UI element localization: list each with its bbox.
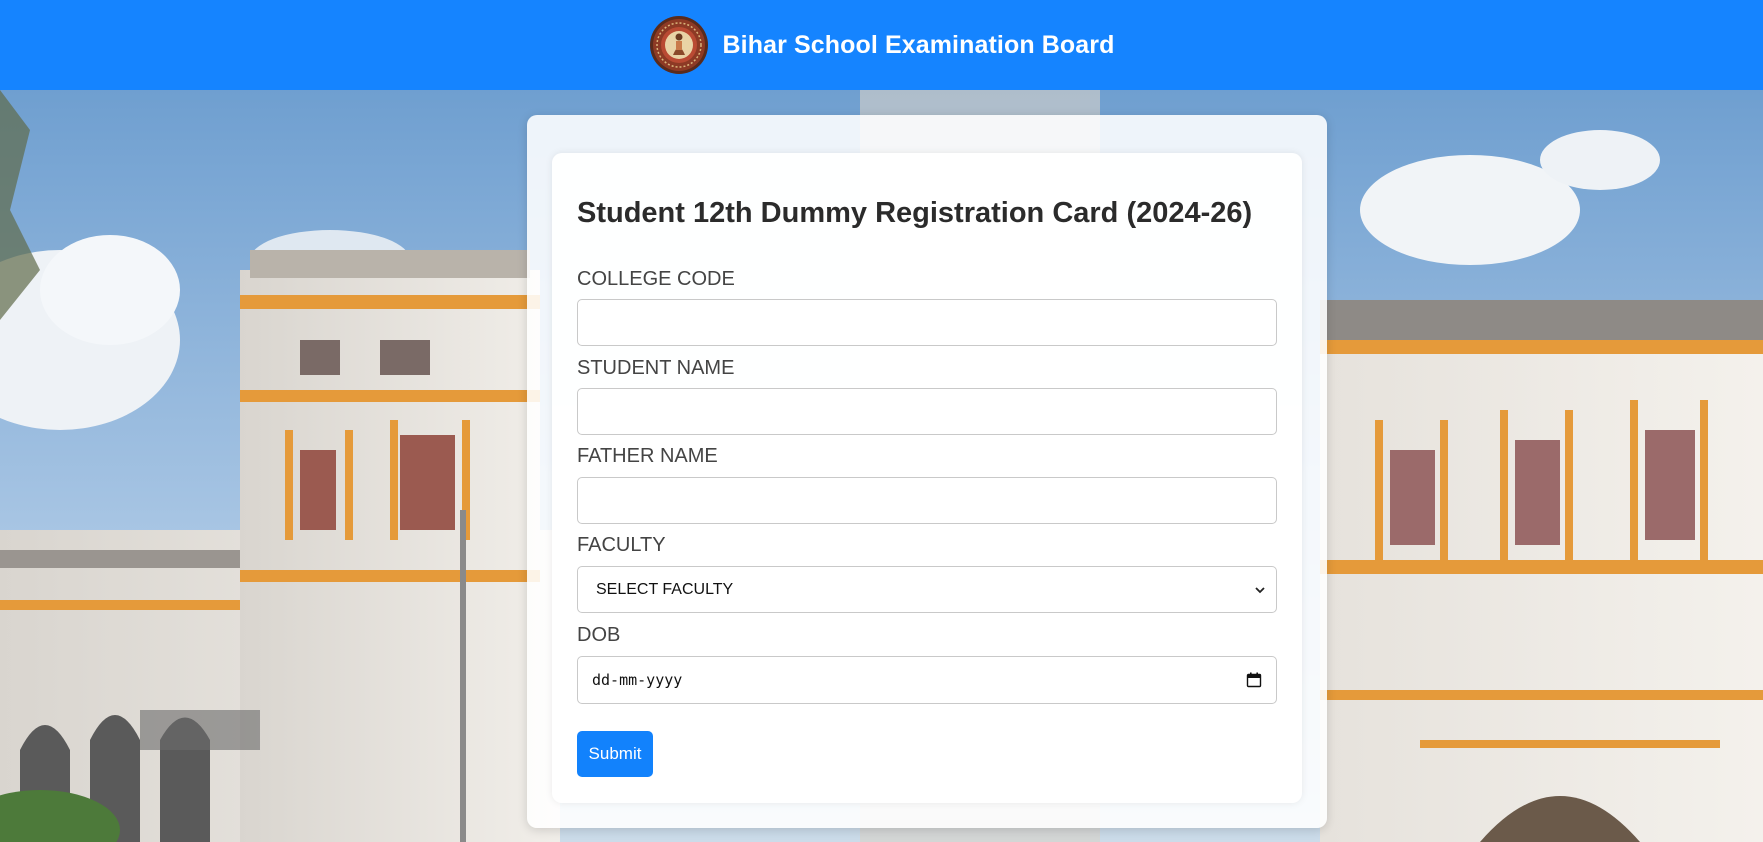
bseb-emblem-logo [649,16,708,74]
dob-placeholder: dd-mm-yyyy [592,671,683,689]
faculty-selected-value: SELECT FACULTY [596,580,734,598]
faculty-label: FACULTY [577,534,666,556]
form-title: Student 12th Dummy Registration Card (20… [577,197,1253,229]
dob-label: DOB [577,624,621,646]
submit-button[interactable]: Submit [577,731,653,777]
calendar-icon[interactable] [1246,672,1262,688]
student-name-input[interactable] [577,388,1277,435]
student-name-label: STUDENT NAME [577,357,735,379]
dob-input[interactable]: dd-mm-yyyy [577,656,1277,704]
father-name-label: FATHER NAME [577,445,718,467]
college-code-input[interactable] [577,299,1277,346]
registration-form: Student 12th Dummy Registration Card (20… [552,153,1302,803]
faculty-select[interactable]: SELECT FACULTY [577,566,1277,613]
college-code-label: COLLEGE CODE [577,268,735,290]
page: Bihar School Examination Board Student 1… [0,0,1763,842]
brand: Bihar School Examination Board [649,15,1115,75]
site-header: Bihar School Examination Board [0,0,1763,90]
father-name-input[interactable] [577,477,1277,524]
registration-panel: Student 12th Dummy Registration Card (20… [527,115,1327,828]
site-title: Bihar School Examination Board [722,30,1115,59]
chevron-down-icon [1255,587,1265,594]
